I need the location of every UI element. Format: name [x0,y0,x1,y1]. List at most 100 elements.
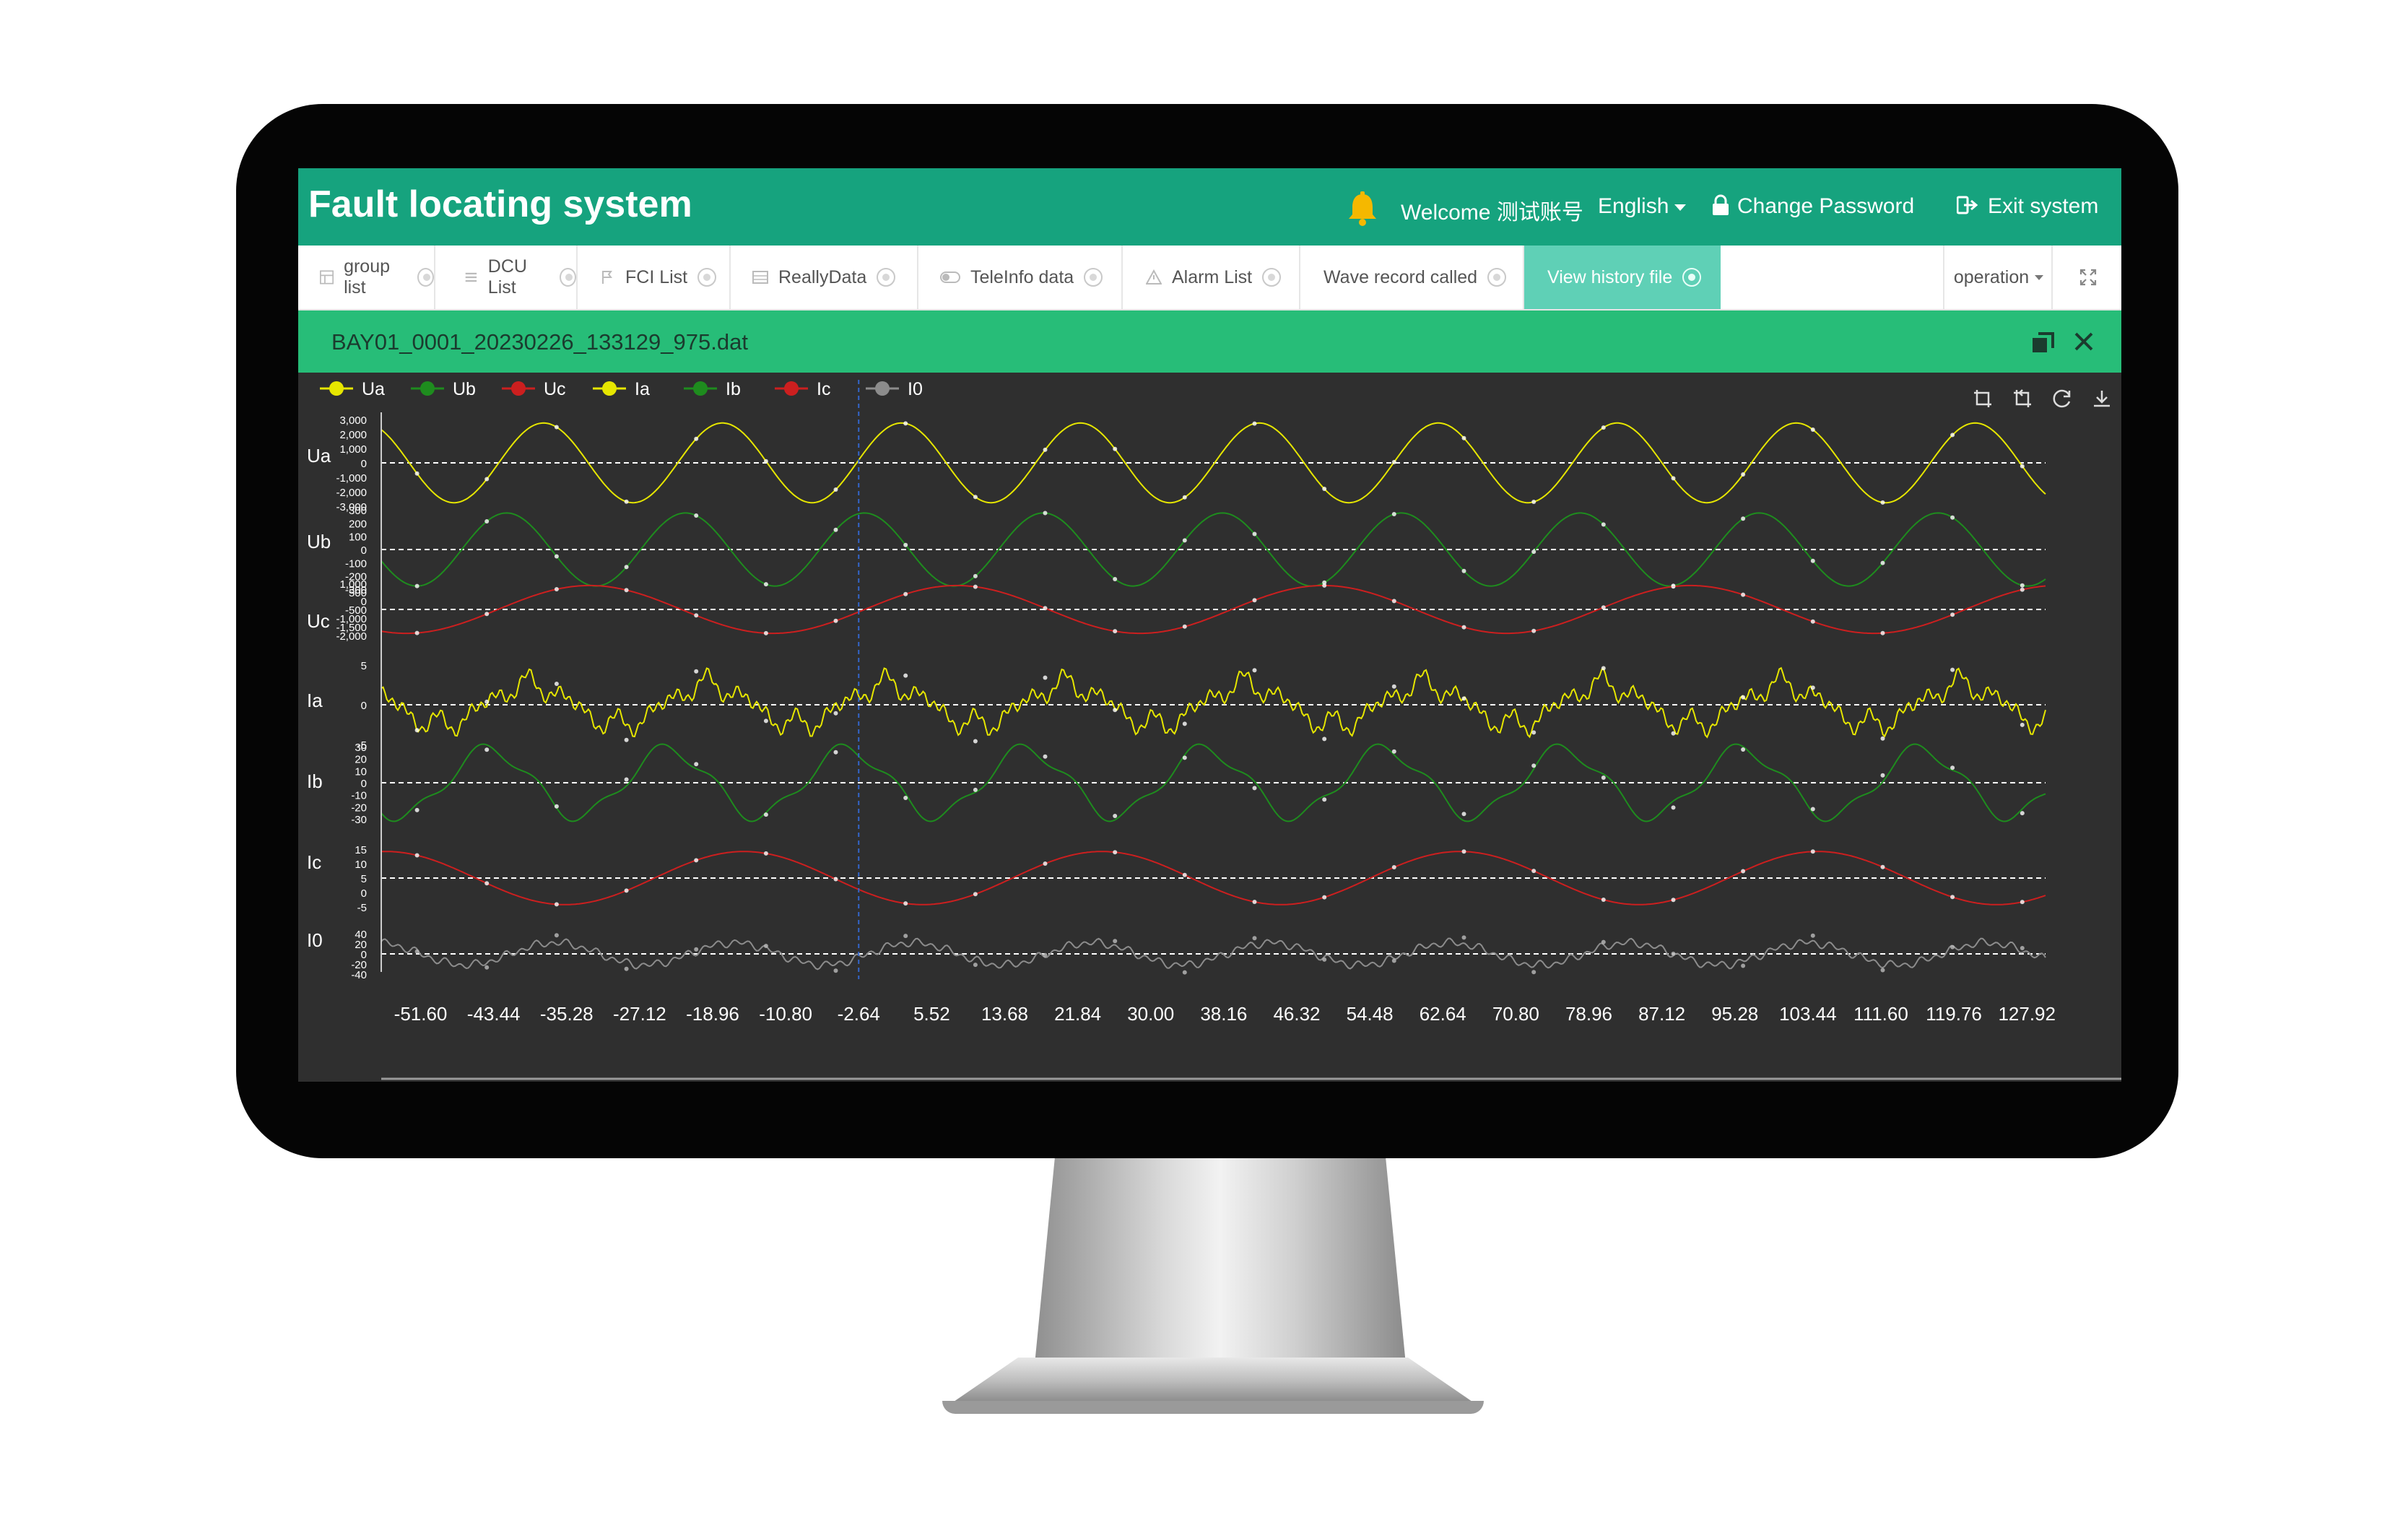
y-tick-label: 15 [355,844,367,856]
series-point [1741,963,1746,968]
series-point [554,554,559,559]
language-select[interactable]: English [1598,194,1687,219]
y-tick-label: -100 [345,557,367,570]
series-point [1391,512,1396,516]
y-tick-label: 20 [355,754,367,766]
series-point [1322,957,1327,962]
series-point [1531,628,1536,633]
series-point [833,877,838,882]
warning-icon [1146,269,1162,285]
series-point [1880,736,1885,741]
tab-teleinfo-data[interactable]: TeleInfo data [918,246,1123,309]
operation-dropdown[interactable]: operation [1943,246,2053,309]
x-tick-label: -43.44 [467,1003,521,1025]
x-tick-label: 78.96 [1565,1003,1612,1025]
tab-really-data[interactable]: ReallyData [731,246,918,309]
series-point [1113,850,1118,855]
series-point [973,892,978,897]
y-tick-label: 5 [361,873,367,885]
series-point [1741,592,1746,597]
series-point [903,421,908,426]
series-axis-label: Ub [307,531,331,552]
bell-icon[interactable] [1343,190,1382,229]
series-point [1113,577,1118,581]
y-tick-label: -2,000 [336,487,367,499]
monitor-stand-edge [942,1401,1484,1414]
tab-view-history-file[interactable]: View history file [1524,246,1721,309]
series-point [1741,695,1746,700]
series-point [1322,797,1327,802]
x-tick-label: 5.52 [913,1003,950,1025]
series-point [554,587,559,591]
restore-window-icon[interactable] [2031,331,2056,354]
legend-marker [784,381,799,396]
series-point [1810,558,1815,563]
fullscreen-icon[interactable] [2051,246,2121,309]
series-point [694,513,699,518]
waveform-svg[interactable]: Ua Ub Uc Ia Ib Ic I0 Ua 3,000 2,000 1,000 0 -1,000 -2… [298,373,2121,1082]
series-point [1810,427,1815,432]
series-point [1671,731,1676,736]
x-tick-label: 38.16 [1200,1003,1247,1025]
series-point [694,669,699,674]
series-point [763,459,768,464]
exit-icon [1957,196,1978,214]
x-tick-label: -18.96 [686,1003,739,1025]
close-tab-icon[interactable] [877,268,896,287]
tab-label: DCU List [487,256,527,298]
series-point [554,682,559,686]
x-tick-label: 70.80 [1492,1003,1539,1025]
series-point [1113,939,1118,944]
series-point [1182,970,1187,975]
series-point [1322,583,1327,588]
series-point [1182,721,1187,726]
file-title-bar: BAY01_0001_20230226_133129_975.dat [298,310,2121,373]
close-icon[interactable] [2073,331,2095,352]
close-tab-icon[interactable] [560,268,577,287]
close-tab-icon[interactable] [1487,268,1507,287]
series-point [1671,805,1676,810]
series-point [1601,666,1606,671]
series-point [2020,583,2025,588]
series-point [624,499,629,504]
legend-marker [511,381,526,396]
series-point [554,804,559,809]
exit-system-link[interactable]: Exit system [1988,194,2098,219]
close-tab-icon[interactable] [697,268,717,287]
series-point [414,471,420,476]
series-point [1113,446,1118,451]
series-point [763,851,768,856]
y-tick-label: 3,000 [339,414,367,427]
x-tick-label: 21.84 [1054,1003,1101,1025]
close-tab-icon[interactable] [1682,268,1702,287]
series-point [1950,895,1955,900]
close-tab-icon[interactable] [1084,268,1103,287]
series-point [1113,708,1118,713]
tab-label: Alarm List [1172,266,1253,287]
series-point [694,762,699,767]
waveform-chart[interactable]: Ua Ub Uc Ia Ib Ic I0 Ua 3,000 2,000 1,000 0 -1,000 -2… [298,373,2121,1082]
y-tick-label: 0 [361,458,367,470]
tab-alarm-list[interactable]: Alarm List [1123,246,1300,309]
tab-dcu-list[interactable]: DCU List [435,246,578,309]
series-point [1601,605,1606,610]
download-icon [2094,391,2110,407]
tab-fci-list[interactable]: FCI List [578,246,731,309]
legend-marker [329,381,344,396]
series-point [903,901,908,906]
close-tab-icon[interactable] [417,268,435,287]
y-tick-label: 0 [361,887,367,900]
series-point [1741,516,1746,521]
close-tab-icon[interactable] [1262,268,1282,287]
series-point [624,737,629,742]
zoom-select-icon [1974,390,1991,407]
series-point [1531,500,1536,504]
series-point [484,965,490,970]
tab-group-list[interactable]: group list [298,246,435,309]
monitor-stand-neck [1033,1155,1408,1386]
change-password-link[interactable]: Change Password [1737,194,1914,219]
series-point [624,588,629,593]
tab-wave-record-called[interactable]: Wave record called [1300,246,1524,309]
series-point [973,584,978,589]
series-point [1810,619,1815,624]
